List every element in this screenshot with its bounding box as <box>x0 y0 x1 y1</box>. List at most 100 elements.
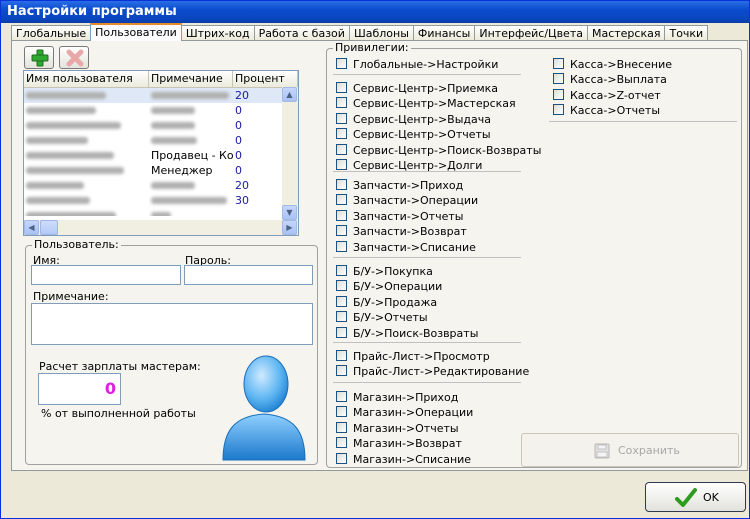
checkbox-box[interactable] <box>336 179 347 190</box>
salary-percent-field[interactable]: 0 <box>38 373 121 405</box>
privilege-label: Б/У->Отчеты <box>353 311 428 325</box>
checkbox-box[interactable] <box>336 350 347 361</box>
checkbox-box[interactable] <box>336 406 347 418</box>
checkbox-box[interactable] <box>336 82 347 93</box>
privilege-group-divider <box>333 342 521 343</box>
name-field[interactable] <box>31 265 181 285</box>
vertical-scrollbar[interactable]: ▲ ▼ <box>282 87 298 220</box>
table-row[interactable]: 20 <box>24 178 298 193</box>
tab-database[interactable]: Работа с базой <box>253 25 350 41</box>
checkbox-box[interactable] <box>336 58 347 69</box>
privilege-label: Запчасти->Списание <box>353 240 476 254</box>
checkbox-box[interactable] <box>553 58 564 69</box>
cell-username <box>24 133 149 148</box>
save-button[interactable]: Сохранить <box>521 433 739 467</box>
users-table[interactable]: Имя пользователя Примечание Процент 20 0… <box>23 70 299 236</box>
col-note[interactable]: Примечание <box>149 71 233 87</box>
scroll-left-icon[interactable]: ◀ <box>24 220 39 235</box>
tab-users[interactable]: Пользователи <box>90 23 182 41</box>
cell-username <box>24 193 149 208</box>
table-row[interactable]: 0 <box>24 118 298 133</box>
scroll-thumb[interactable] <box>40 220 58 235</box>
cell-username <box>24 148 149 163</box>
privilege-label: Запчасти->Отчеты <box>353 209 464 223</box>
scroll-up-icon[interactable]: ▲ <box>282 87 297 102</box>
privilege-label: Б/У->Продажа <box>353 295 438 309</box>
tab-global[interactable]: Глобальные <box>11 25 92 41</box>
redacted-text <box>26 212 116 216</box>
redacted-text <box>151 137 197 144</box>
tab-interface-colors[interactable]: Интерфейс/Цвета <box>474 25 588 41</box>
table-row[interactable]: 30 <box>24 193 298 208</box>
table-row[interactable]: Менеджер 0 <box>24 163 298 178</box>
checkbox-box[interactable] <box>336 391 347 402</box>
cell-username <box>24 163 149 178</box>
tab-templates[interactable]: Шаблоны <box>348 25 414 41</box>
privilege-group-divider <box>549 121 737 122</box>
tab-barcode[interactable]: Штрих-код <box>180 25 255 41</box>
checkbox-box[interactable] <box>553 73 564 85</box>
plus-icon <box>31 49 49 67</box>
checkbox-box[interactable] <box>553 104 564 116</box>
checkbox-box[interactable] <box>336 225 347 237</box>
cell-note <box>149 178 233 193</box>
user-form-title: Пользователь: <box>32 238 121 251</box>
privilege-label: Сервис-Центр->Приемка <box>353 82 499 95</box>
checkbox-box[interactable] <box>336 311 347 323</box>
scroll-down-icon[interactable]: ▼ <box>282 205 297 220</box>
cell-note <box>149 133 233 148</box>
privilege-label: Запчасти->Приход <box>353 179 464 192</box>
redacted-text <box>151 197 227 204</box>
checkbox-box[interactable] <box>553 88 564 100</box>
checkbox-box[interactable] <box>336 437 347 449</box>
horizontal-scrollbar[interactable]: ◀ ▶ <box>24 220 298 235</box>
cell-note <box>149 88 233 103</box>
scroll-right-icon[interactable]: ▶ <box>282 220 297 235</box>
redacted-text <box>26 182 84 189</box>
redacted-text <box>151 122 195 129</box>
table-row[interactable] <box>24 208 298 216</box>
checkbox-box[interactable] <box>336 240 347 252</box>
table-row[interactable]: 0 <box>24 103 298 118</box>
checkbox-box[interactable] <box>336 209 347 221</box>
privilege-label: Б/У->Операции <box>353 280 443 294</box>
checkbox-box[interactable] <box>336 295 347 307</box>
password-field[interactable] <box>184 265 313 285</box>
tab-points[interactable]: Точки <box>664 25 709 41</box>
checkbox-box[interactable] <box>336 159 347 170</box>
note-field[interactable] <box>31 303 313 345</box>
add-user-button[interactable] <box>24 46 54 69</box>
checkbox-box[interactable] <box>336 128 347 140</box>
checkbox-box[interactable] <box>336 112 347 124</box>
checkbox-box[interactable] <box>336 280 347 292</box>
privilege-label: Касса->Выплата <box>570 73 667 87</box>
privilege-label: Прайс-Лист->Просмотр <box>353 350 490 363</box>
tab-finance[interactable]: Финансы <box>412 25 476 41</box>
table-row[interactable]: Продавец - Ко... 0 <box>24 148 298 163</box>
checkbox-box[interactable] <box>336 265 347 276</box>
checkbox-box[interactable] <box>336 326 347 338</box>
delete-user-button[interactable] <box>59 46 89 69</box>
checkbox-box[interactable] <box>336 452 347 464</box>
privilege-label: Б/У->Покупка <box>353 265 433 278</box>
checkbox-box[interactable] <box>336 421 347 433</box>
tab-workshop[interactable]: Мастерская <box>586 25 666 41</box>
checkbox-box[interactable] <box>336 143 347 155</box>
checkbox-box[interactable] <box>336 365 347 377</box>
cell-username <box>24 118 149 133</box>
checkbox-box[interactable] <box>336 194 347 206</box>
user-avatar-icon <box>217 350 311 462</box>
ok-button[interactable]: OK <box>645 482 746 512</box>
redacted-text <box>26 137 88 144</box>
col-percent[interactable]: Процент <box>233 71 298 87</box>
redacted-text <box>151 182 195 189</box>
privilege-label: Б/У->Поиск-Возвраты <box>353 326 479 340</box>
redacted-text <box>26 167 124 174</box>
cell-username <box>24 88 149 103</box>
col-username[interactable]: Имя пользователя <box>24 71 149 87</box>
table-row[interactable]: 0 <box>24 133 298 148</box>
privilege-group-divider <box>333 74 521 75</box>
table-row[interactable]: 20 <box>24 88 298 103</box>
checkbox-box[interactable] <box>336 97 347 109</box>
privilege-label: Касса->Отчеты <box>570 104 660 118</box>
